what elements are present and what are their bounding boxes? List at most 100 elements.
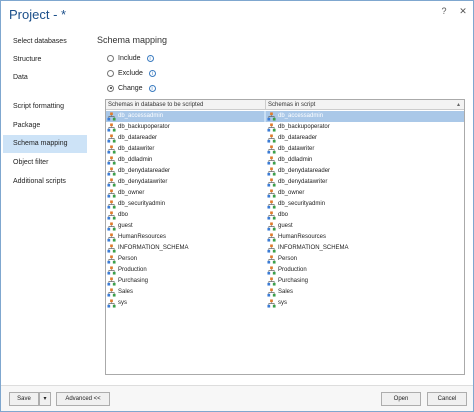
source-schema-cell[interactable]: Sales bbox=[106, 287, 264, 298]
source-schema-cell[interactable]: INFORMATION_SCHEMA bbox=[106, 243, 264, 254]
radio-include[interactable] bbox=[107, 54, 114, 62]
source-schema-cell[interactable]: db_datareader bbox=[106, 133, 264, 144]
table-row[interactable]: INFORMATION_SCHEMA INFORMATION_SCHEMA bbox=[106, 243, 464, 254]
column-header-source[interactable]: Schemas in database to be scripted bbox=[106, 100, 264, 110]
table-row[interactable]: Person Person bbox=[106, 254, 464, 265]
schema-name: db_backupoperator bbox=[278, 124, 330, 130]
sidebar-item-package[interactable]: Package bbox=[3, 117, 87, 135]
info-icon[interactable]: i bbox=[146, 54, 154, 62]
close-icon[interactable]: ✕ bbox=[456, 5, 470, 17]
source-schema-cell[interactable]: sys bbox=[106, 298, 264, 309]
column-header-target[interactable]: Schemas in script bbox=[266, 100, 464, 110]
target-schema-cell[interactable]: guest bbox=[266, 221, 464, 232]
info-icon[interactable]: i bbox=[148, 84, 156, 92]
save-button[interactable]: Save bbox=[9, 392, 39, 406]
radio-change[interactable] bbox=[107, 84, 114, 92]
table-row[interactable]: db_accessadmin db_accessadmin bbox=[106, 111, 464, 122]
target-schema-cell[interactable]: sys bbox=[266, 298, 464, 309]
target-schema-cell[interactable]: db_backupoperator bbox=[266, 122, 464, 133]
cancel-button[interactable]: Cancel bbox=[427, 392, 467, 406]
project-window: Project - * ? ✕ Select databases Structu… bbox=[0, 0, 474, 412]
schema-icon bbox=[267, 145, 278, 154]
target-schema-cell[interactable]: Person bbox=[266, 254, 464, 265]
option-exclude[interactable]: Exclude i bbox=[107, 68, 156, 80]
source-schema-cell[interactable]: Purchasing bbox=[106, 276, 264, 287]
option-change[interactable]: Change i bbox=[107, 83, 156, 95]
sidebar-item-script-formatting[interactable]: Script formatting bbox=[3, 98, 87, 116]
source-schema-cell[interactable]: Production bbox=[106, 265, 264, 276]
table-row[interactable]: db_backupoperator db_backupoperator bbox=[106, 122, 464, 133]
table-row[interactable]: Purchasing Purchasing bbox=[106, 276, 464, 287]
schema-name: Production bbox=[278, 267, 307, 273]
schema-name: db_datawriter bbox=[118, 146, 155, 152]
sidebar-item-object-filter[interactable]: Object filter bbox=[3, 154, 87, 172]
table-row[interactable]: db_denydatawriter db_denydatawriter bbox=[106, 177, 464, 188]
sidebar-item-data[interactable]: Data bbox=[3, 69, 87, 87]
source-schema-cell[interactable]: db_securityadmin bbox=[106, 199, 264, 210]
source-schema-cell[interactable]: guest bbox=[106, 221, 264, 232]
schema-icon bbox=[267, 167, 278, 176]
target-schema-cell[interactable]: db_denydatareader bbox=[266, 166, 464, 177]
info-icon[interactable]: i bbox=[148, 69, 156, 77]
target-schema-cell[interactable]: db_securityadmin bbox=[266, 199, 464, 210]
open-button[interactable]: Open bbox=[381, 392, 421, 406]
option-include[interactable]: Include i bbox=[107, 53, 154, 65]
schema-icon bbox=[267, 299, 278, 308]
table-row[interactable]: db_securityadmin db_securityadmin bbox=[106, 199, 464, 210]
target-schema-cell[interactable]: db_owner bbox=[266, 188, 464, 199]
source-schema-cell[interactable]: Person bbox=[106, 254, 264, 265]
sidebar-item-schema-mapping[interactable]: Schema mapping bbox=[3, 135, 87, 153]
source-schema-cell[interactable]: db_accessadmin bbox=[106, 111, 264, 122]
schema-name: Person bbox=[278, 256, 298, 262]
target-schema-cell[interactable]: Purchasing bbox=[266, 276, 464, 287]
target-schema-cell[interactable]: db_ddladmin bbox=[266, 155, 464, 166]
advanced-button[interactable]: Advanced << bbox=[56, 392, 110, 406]
sidebar-item-structure[interactable]: Structure bbox=[3, 51, 87, 69]
table-row[interactable]: Production Production bbox=[106, 265, 464, 276]
schema-icon bbox=[107, 123, 118, 132]
source-schema-cell[interactable]: dbo bbox=[106, 210, 264, 221]
table-row[interactable]: db_datawriter db_datawriter bbox=[106, 144, 464, 155]
target-schema-cell[interactable]: INFORMATION_SCHEMA bbox=[266, 243, 464, 254]
sort-arrow-icon: ▴ bbox=[456, 102, 460, 108]
schema-icon bbox=[267, 222, 278, 231]
help-icon[interactable]: ? bbox=[437, 5, 451, 17]
table-row[interactable]: Sales Sales bbox=[106, 287, 464, 298]
source-schema-cell[interactable]: db_ddladmin bbox=[106, 155, 264, 166]
sidebar-item-select-databases[interactable]: Select databases bbox=[3, 33, 87, 51]
source-schema-cell[interactable]: db_owner bbox=[106, 188, 264, 199]
radio-exclude[interactable] bbox=[107, 69, 114, 77]
target-schema-cell[interactable]: HumanResources bbox=[266, 232, 464, 243]
source-schema-cell[interactable]: db_backupoperator bbox=[106, 122, 264, 133]
target-schema-cell[interactable]: Production bbox=[266, 265, 464, 276]
option-exclude-label: Exclude bbox=[118, 70, 143, 77]
schema-icon bbox=[107, 255, 118, 264]
target-schema-cell[interactable]: db_datareader bbox=[266, 133, 464, 144]
source-schema-cell[interactable]: db_denydatawriter bbox=[106, 177, 264, 188]
sidebar-item-additional-scripts[interactable]: Additional scripts bbox=[3, 173, 87, 191]
schema-name: db_owner bbox=[278, 190, 305, 196]
target-schema-cell[interactable]: db_datawriter bbox=[266, 144, 464, 155]
target-schema-cell[interactable]: db_denydatawriter bbox=[266, 177, 464, 188]
schema-name: db_denydatareader bbox=[278, 168, 331, 174]
table-row[interactable]: guest guest bbox=[106, 221, 464, 232]
source-schema-cell[interactable]: HumanResources bbox=[106, 232, 264, 243]
source-schema-cell[interactable]: db_denydatareader bbox=[106, 166, 264, 177]
target-schema-cell[interactable]: dbo bbox=[266, 210, 464, 221]
source-schema-cell[interactable]: db_datawriter bbox=[106, 144, 264, 155]
table-row[interactable]: db_ddladmin db_ddladmin bbox=[106, 155, 464, 166]
target-schema-cell[interactable]: db_accessadmin bbox=[266, 111, 464, 122]
schema-name: guest bbox=[278, 223, 293, 229]
table-row[interactable]: dbo dbo bbox=[106, 210, 464, 221]
schema-icon bbox=[267, 156, 278, 165]
table-row[interactable]: db_owner db_owner bbox=[106, 188, 464, 199]
schema-icon bbox=[267, 200, 278, 209]
save-dropdown-button[interactable]: ▾ bbox=[39, 392, 51, 406]
table-row[interactable]: HumanResources HumanResources bbox=[106, 232, 464, 243]
target-schema-cell[interactable]: Sales bbox=[266, 287, 464, 298]
schema-mapping-grid[interactable]: Schemas in database to be scripted Schem… bbox=[105, 99, 465, 375]
table-row[interactable]: db_denydatareader db_denydatareader bbox=[106, 166, 464, 177]
table-row[interactable]: sys sys bbox=[106, 298, 464, 309]
page-title: Schema mapping bbox=[97, 35, 168, 45]
table-row[interactable]: db_datareader db_datareader bbox=[106, 133, 464, 144]
